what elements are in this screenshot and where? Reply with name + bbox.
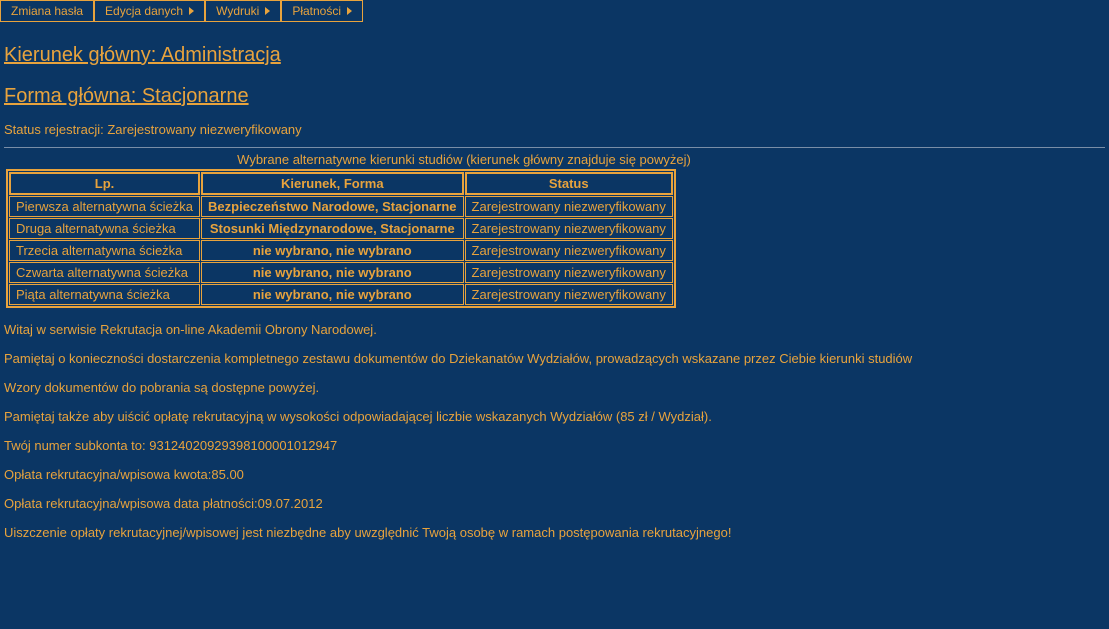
cell-status: Zarejestrowany niezweryfikowany bbox=[465, 262, 673, 283]
fee-required-note: Uiszczenie opłaty rekrutacyjnej/wpisowej… bbox=[4, 525, 1105, 540]
cell-kierunek-forma: nie wybrano, nie wybrano bbox=[201, 240, 464, 261]
cell-status: Zarejestrowany niezweryfikowany bbox=[465, 196, 673, 217]
table-row: Pierwsza alternatywna ścieżka Bezpieczeń… bbox=[9, 196, 673, 217]
heading-forma-glowna: Forma główna: Stacjonarne bbox=[4, 85, 1105, 108]
col-lp: Lp. bbox=[9, 172, 200, 195]
table-header-row: Lp. Kierunek, Forma Status bbox=[9, 172, 673, 195]
cell-lp: Pierwsza alternatywna ścieżka bbox=[9, 196, 200, 217]
table-row: Piąta alternatywna ścieżka nie wybrano, … bbox=[9, 284, 673, 305]
table-row: Trzecia alternatywna ścieżka nie wybrano… bbox=[9, 240, 673, 261]
cell-lp: Piąta alternatywna ścieżka bbox=[9, 284, 200, 305]
subaccount-number: Twój numer subkonta to: 9312402092939810… bbox=[4, 438, 1105, 453]
cell-lp: Druga alternatywna ścieżka bbox=[9, 218, 200, 239]
cell-kierunek-forma: Stosunki Międzynarodowe, Stacjonarne bbox=[201, 218, 464, 239]
arrow-right-icon bbox=[189, 7, 194, 15]
fee-date: Opłata rekrutacyjna/wpisowa data płatnoś… bbox=[4, 496, 1105, 511]
menu-label: Płatności bbox=[292, 4, 341, 18]
status-rejestracji: Status rejestracji: Zarejestrowany niezw… bbox=[4, 122, 1105, 137]
table-row: Czwarta alternatywna ścieżka nie wybrano… bbox=[9, 262, 673, 283]
menu-bar: Zmiana hasła Edycja danych Wydruki Płatn… bbox=[0, 0, 1109, 22]
menu-platnosci[interactable]: Płatności bbox=[281, 0, 363, 22]
page-content: Kierunek główny: Administracja Forma głó… bbox=[0, 22, 1109, 566]
templates-info: Wzory dokumentów do pobrania są dostępne… bbox=[4, 380, 1105, 395]
separator bbox=[4, 147, 1105, 148]
menu-label: Edycja danych bbox=[105, 4, 183, 18]
col-kierunek-forma: Kierunek, Forma bbox=[201, 172, 464, 195]
cell-kierunek-forma: nie wybrano, nie wybrano bbox=[201, 262, 464, 283]
table-row: Druga alternatywna ścieżka Stosunki Międ… bbox=[9, 218, 673, 239]
col-status: Status bbox=[465, 172, 673, 195]
heading-kierunek-glowny: Kierunek główny: Administracja bbox=[4, 44, 1105, 67]
cell-status: Zarejestrowany niezweryfikowany bbox=[465, 218, 673, 239]
menu-edycja-danych[interactable]: Edycja danych bbox=[94, 0, 205, 22]
menu-wydruki[interactable]: Wydruki bbox=[205, 0, 281, 22]
menu-label: Wydruki bbox=[216, 4, 259, 18]
arrow-right-icon bbox=[347, 7, 352, 15]
menu-zmiana-hasla[interactable]: Zmiana hasła bbox=[0, 0, 94, 22]
documents-reminder: Pamiętaj o konieczności dostarczenia kom… bbox=[4, 351, 1105, 366]
fee-amount: Opłata rekrutacyjna/wpisowa kwota:85.00 bbox=[4, 467, 1105, 482]
cell-kierunek-forma: Bezpieczeństwo Narodowe, Stacjonarne bbox=[201, 196, 464, 217]
fee-reminder: Pamiętaj także aby uiścić opłatę rekruta… bbox=[4, 409, 1105, 424]
table-caption: Wybrane alternatywne kierunki studiów (k… bbox=[4, 152, 804, 167]
arrow-right-icon bbox=[265, 7, 270, 15]
welcome-text: Witaj w serwisie Rekrutacja on-line Akad… bbox=[4, 322, 1105, 337]
cell-status: Zarejestrowany niezweryfikowany bbox=[465, 240, 673, 261]
cell-lp: Czwarta alternatywna ścieżka bbox=[9, 262, 200, 283]
alternatives-table: Lp. Kierunek, Forma Status Pierwsza alte… bbox=[6, 169, 676, 308]
cell-lp: Trzecia alternatywna ścieżka bbox=[9, 240, 200, 261]
cell-kierunek-forma: nie wybrano, nie wybrano bbox=[201, 284, 464, 305]
menu-label: Zmiana hasła bbox=[11, 4, 83, 18]
cell-status: Zarejestrowany niezweryfikowany bbox=[465, 284, 673, 305]
